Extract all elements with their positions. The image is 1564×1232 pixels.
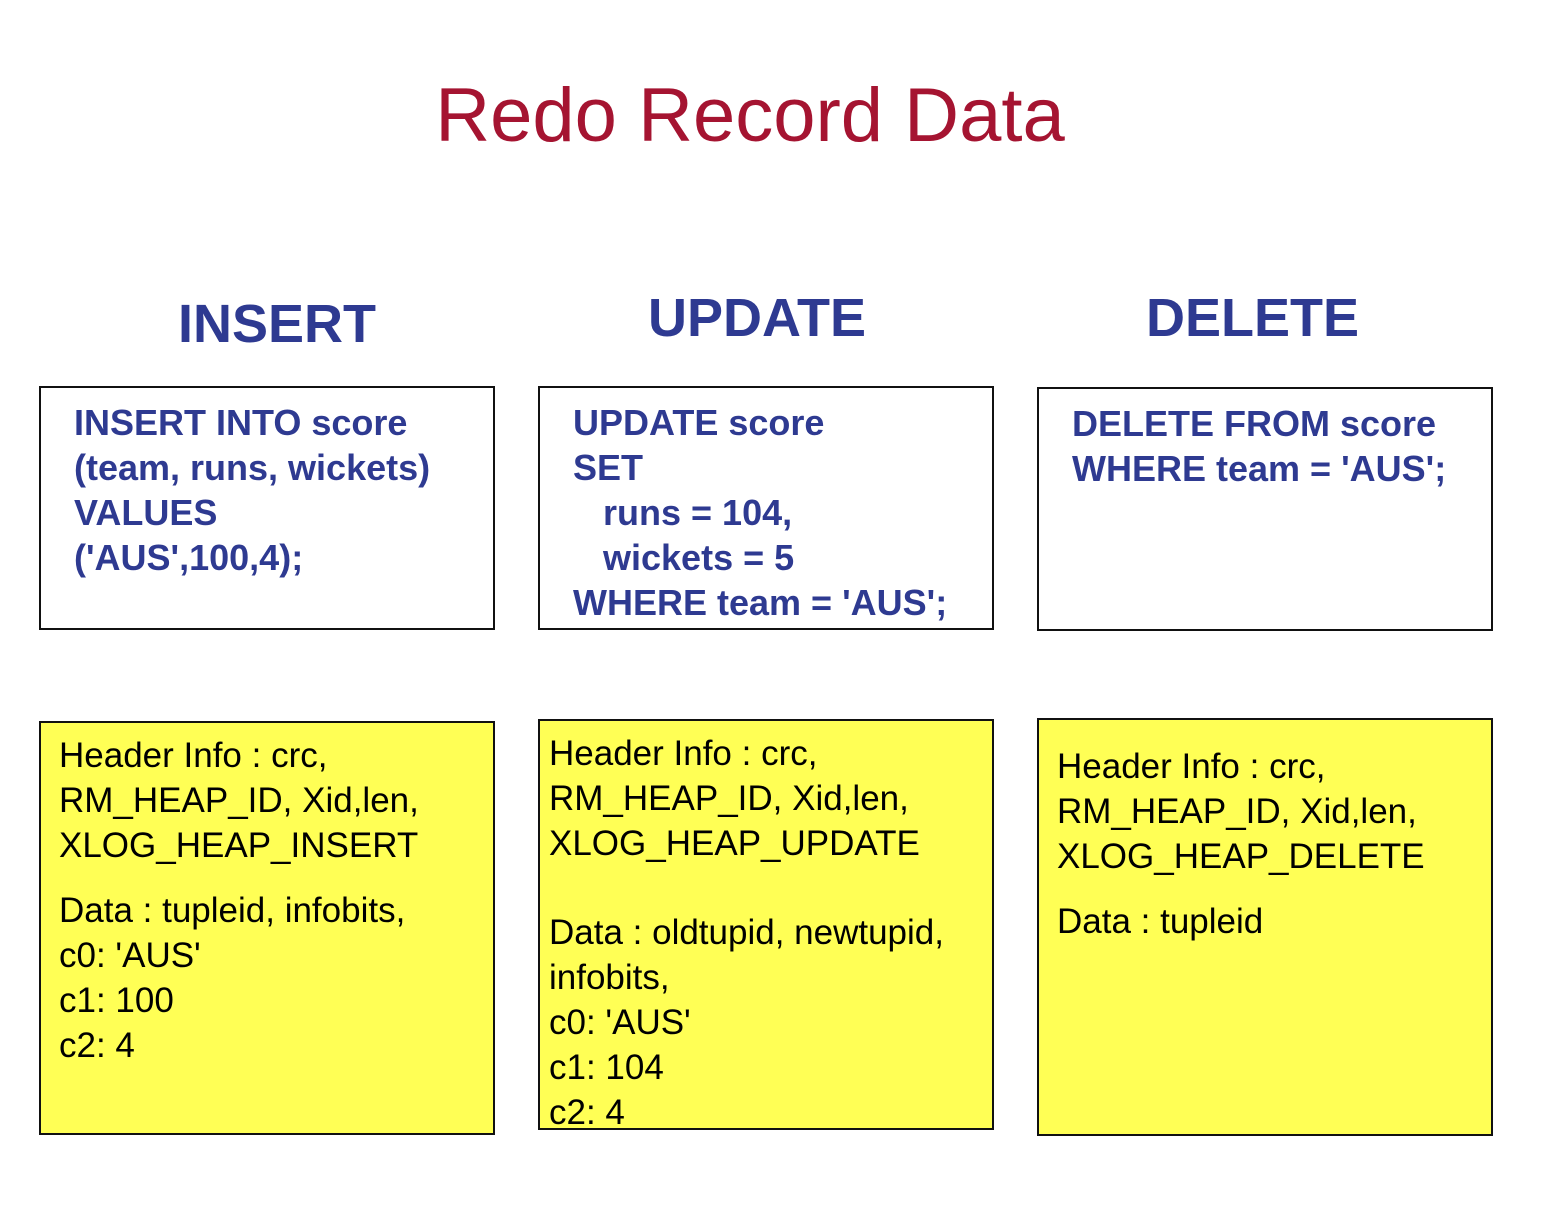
delete-redo-box: Header Info : crc, RM_HEAP_ID, Xid,len, … xyxy=(1037,718,1493,1136)
sql-line: (team, runs, wickets) xyxy=(74,447,431,488)
update-sql-box: UPDATE score SET runs = 104, wickets = 5W… xyxy=(538,386,994,630)
insert-redo-box: Header Info : crc, RM_HEAP_ID, Xid,len, … xyxy=(39,721,495,1135)
update-heading: UPDATE xyxy=(648,288,867,348)
log-line: RM_HEAP_ID, Xid,len, xyxy=(59,781,419,820)
log-line: XLOG_HEAP_INSERT xyxy=(59,826,419,865)
log-line: RM_HEAP_ID, Xid,len, xyxy=(1057,792,1417,831)
log-line: c2: 4 xyxy=(59,1026,135,1065)
log-line: RM_HEAP_ID, Xid,len, xyxy=(549,779,909,818)
delete-sql-box: DELETE FROM score WHERE team = 'AUS'; xyxy=(1037,387,1493,631)
log-line: Data : tupleid, infobits, xyxy=(59,891,406,930)
log-line: Data : tupleid xyxy=(1057,902,1264,941)
log-line: c0: 'AUS' xyxy=(59,936,201,975)
sql-line: ('AUS',100,4); xyxy=(74,537,304,578)
log-line: Data : oldtupid, newtupid, xyxy=(549,913,944,952)
sql-line: VALUES xyxy=(74,492,218,533)
sql-line: INSERT INTO score xyxy=(74,402,408,443)
log-line: XLOG_HEAP_DELETE xyxy=(1057,837,1425,876)
update-redo-box: Header Info : crc, RM_HEAP_ID, Xid,len, … xyxy=(538,719,994,1130)
sql-line: WHERE team = 'AUS'; xyxy=(1072,448,1447,489)
log-line: infobits, xyxy=(549,958,670,997)
log-line: Header Info : crc, xyxy=(59,736,328,775)
sql-line: DELETE FROM score xyxy=(1072,403,1437,444)
log-line: c2: 4 xyxy=(549,1093,625,1130)
log-line: Header Info : crc, xyxy=(549,734,818,773)
log-line: c1: 104 xyxy=(549,1048,664,1087)
sql-line: SET xyxy=(573,447,644,488)
insert-sql-box: INSERT INTO score (team, runs, wickets) VA… xyxy=(39,386,495,630)
sql-line: UPDATE score xyxy=(573,402,825,443)
page-title: Redo Record Data xyxy=(435,73,1065,158)
log-line: Header Info : crc, xyxy=(1057,747,1326,786)
insert-heading: INSERT xyxy=(178,294,377,354)
delete-heading: DELETE xyxy=(1146,288,1360,348)
sql-line: runs = 104, xyxy=(573,492,793,533)
sql-line: wickets = 5 xyxy=(573,537,795,578)
log-line: c1: 100 xyxy=(59,981,174,1020)
log-line: XLOG_HEAP_UPDATE xyxy=(549,824,920,863)
sql-line: WHERE team = 'AUS'; xyxy=(573,582,948,623)
log-line: c0: 'AUS' xyxy=(549,1003,691,1042)
